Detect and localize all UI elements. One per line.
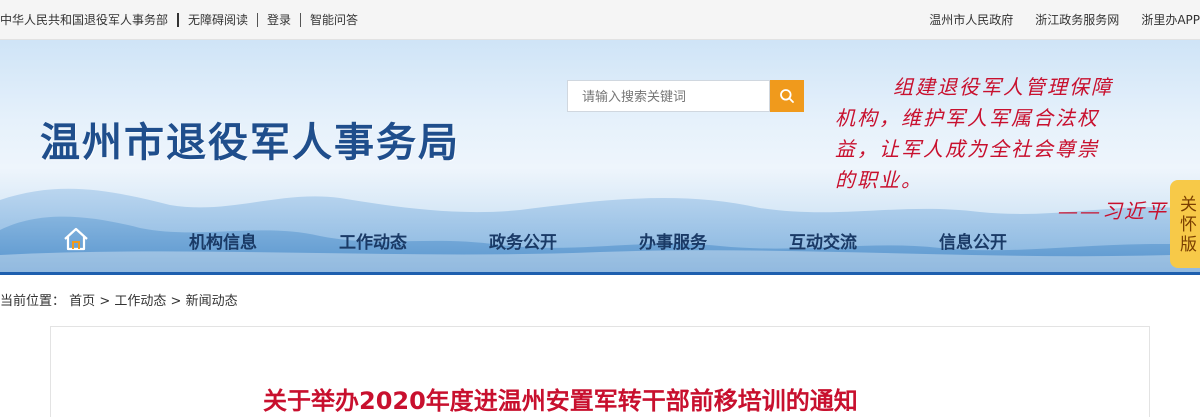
breadcrumb: 当前位置： 首页 > 工作动态 > 新闻动态 (0, 290, 238, 309)
search-button[interactable] (770, 80, 804, 112)
leader-quote: 组建退役军人管理保障 机构，维护军人军属合法权 益，让军人成为全社会尊崇 的职业… (835, 72, 1170, 227)
breadcrumb-separator: > (99, 294, 111, 309)
breadcrumb-separator: > (170, 294, 182, 309)
nav-item-gov-affairs[interactable]: 政务公开 (489, 228, 557, 253)
link-login[interactable]: 登录 (267, 11, 291, 28)
quote-line: 机构，维护军人军属合法权 (835, 106, 1099, 130)
breadcrumb-label: 当前位置： (0, 294, 66, 309)
breadcrumb-home[interactable]: 首页 (69, 294, 95, 309)
search-input[interactable] (567, 80, 770, 112)
article-container: 关于举办2020年度进温州安置军转干部前移培训的通知 (50, 326, 1150, 417)
home-icon[interactable] (62, 226, 90, 252)
search-icon (780, 89, 794, 103)
divider (257, 12, 259, 27)
nav-item-org-info[interactable]: 机构信息 (189, 228, 257, 253)
breadcrumb-news[interactable]: 新闻动态 (186, 294, 238, 309)
link-veterans-ministry[interactable]: 中华人民共和国退役军人事务部 (0, 11, 168, 28)
quote-line: 组建退役军人管理保障 (893, 75, 1113, 99)
link-zhejiang-service[interactable]: 浙江政务服务网 (1035, 11, 1119, 28)
link-wenzhou-gov[interactable]: 温州市人民政府 (929, 11, 1013, 28)
divider (300, 12, 302, 27)
divider (177, 12, 180, 27)
nav-item-services[interactable]: 办事服务 (639, 228, 707, 253)
top-utility-bar: 中华人民共和国退役军人事务部 无障碍阅读 登录 智能问答 温州市人民政府 浙江政… (0, 0, 1200, 40)
quote-line: 的职业。 (835, 168, 923, 192)
link-smart-qa[interactable]: 智能问答 (310, 11, 358, 28)
article-title: 关于举办2020年度进温州安置军转干部前移培训的通知 (263, 387, 858, 415)
nav-item-work-news[interactable]: 工作动态 (339, 228, 407, 253)
quote-line: 益，让军人成为全社会尊崇 (835, 137, 1099, 161)
breadcrumb-work-news[interactable]: 工作动态 (114, 294, 166, 309)
link-zheliban-app[interactable]: 浙里办APP (1141, 11, 1200, 28)
banner-bottom-line (0, 272, 1200, 275)
nav-item-info-disclosure[interactable]: 信息公开 (939, 228, 1007, 253)
nav-item-interaction[interactable]: 互动交流 (789, 228, 857, 253)
top-right-links: 温州市人民政府 浙江政务服务网 浙里办APP (929, 0, 1200, 39)
site-title: 温州市退役军人事务局 (40, 119, 460, 166)
top-left-links: 中华人民共和国退役军人事务部 无障碍阅读 登录 智能问答 (0, 0, 358, 39)
main-nav: 机构信息 工作动态 政务公开 办事服务 互动交流 信息公开 (0, 220, 1200, 260)
link-accessibility[interactable]: 无障碍阅读 (188, 11, 248, 28)
